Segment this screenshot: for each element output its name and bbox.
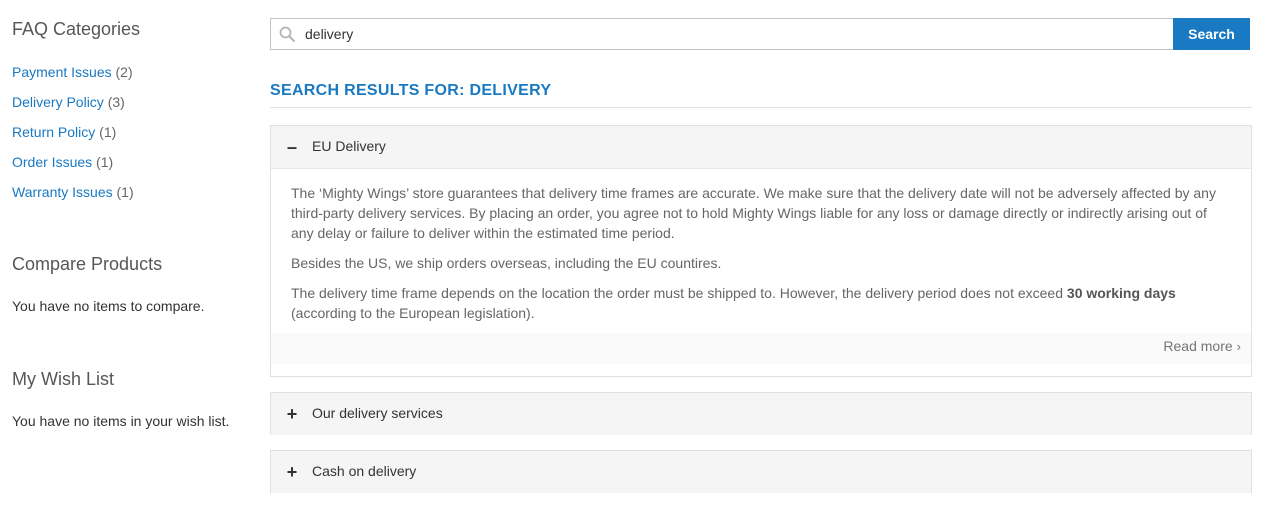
answer-paragraph: The delivery time frame depends on the l…	[291, 283, 1231, 323]
faq-item-title[interactable]: EU Delivery	[312, 138, 386, 154]
chevron-right-icon: ›	[1236, 339, 1241, 354]
category-link[interactable]: Return Policy	[12, 124, 95, 140]
category-count: (1)	[96, 154, 114, 170]
category-count: (3)	[107, 94, 125, 110]
category-count: (1)	[99, 124, 117, 140]
category-item-return-policy: Return Policy (1)	[12, 122, 134, 152]
search-button[interactable]: Search	[1173, 18, 1250, 50]
category-count: (1)	[116, 184, 134, 200]
category-link[interactable]: Order Issues	[12, 154, 92, 170]
answer-paragraph: Besides the US, we ship orders overseas,…	[291, 255, 722, 271]
faq-item-header[interactable]: – EU Delivery	[271, 126, 1251, 168]
faq-search-page: FAQ Categories Payment Issues (2) Delive…	[0, 0, 1265, 507]
answer-emphasis: 30 working days	[1066, 285, 1176, 301]
faq-item-title[interactable]: Our delivery services	[312, 405, 443, 421]
title-divider	[270, 107, 1252, 108]
answer-text: (according to the European legislation).	[291, 305, 535, 321]
category-link[interactable]: Warranty Issues	[12, 184, 113, 200]
faq-item-cash-on-delivery: + Cash on delivery	[270, 450, 1252, 493]
wishlist-empty-message: You have no items in your wish list.	[12, 413, 230, 429]
search-box	[270, 18, 1174, 50]
collapse-icon[interactable]: –	[285, 137, 299, 157]
expand-icon[interactable]: +	[285, 404, 299, 424]
category-item-delivery-policy: Delivery Policy (3)	[12, 92, 134, 122]
answer-text: The delivery time frame depends on the l…	[291, 285, 1067, 301]
category-count: (2)	[115, 64, 133, 80]
answer-paragraph: The ‘Mighty Wings’ store guarantees that…	[291, 185, 1216, 241]
category-item-warranty-issues: Warranty Issues (1)	[12, 182, 134, 212]
category-link[interactable]: Payment Issues	[12, 64, 112, 80]
faq-search-bar: Search	[270, 18, 1250, 50]
compare-empty-message: You have no items to compare.	[12, 298, 205, 314]
compare-products-title: Compare Products	[12, 254, 163, 274]
faq-item-answer: The ‘Mighty Wings’ store guarantees that…	[271, 168, 1251, 323]
category-item-payment-issues: Payment Issues (2)	[12, 62, 134, 92]
read-more-link[interactable]: Read more ›	[1163, 338, 1241, 354]
faq-item-eu-delivery: – EU Delivery The ‘Mighty Wings’ store g…	[270, 125, 1252, 377]
search-input[interactable]	[305, 19, 1165, 49]
faq-item-footer: Read more ›	[271, 333, 1251, 364]
wishlist-title: My Wish List	[12, 369, 115, 389]
search-results-title: SEARCH RESULTS FOR: DELIVERY	[270, 82, 552, 99]
faq-item-our-delivery-services: + Our delivery services	[270, 392, 1252, 435]
faq-item-header[interactable]: + Cash on delivery	[271, 451, 1251, 493]
search-icon	[279, 26, 295, 42]
faq-item-title[interactable]: Cash on delivery	[312, 463, 416, 479]
category-link[interactable]: Delivery Policy	[12, 94, 104, 110]
faq-categories-title: FAQ Categories	[12, 19, 141, 39]
faq-item-header[interactable]: + Our delivery services	[271, 393, 1251, 435]
expand-icon[interactable]: +	[285, 462, 299, 482]
faq-category-list: Payment Issues (2) Delivery Policy (3) R…	[12, 62, 134, 212]
category-item-order-issues: Order Issues (1)	[12, 152, 134, 182]
read-more-label[interactable]: Read more	[1163, 338, 1232, 354]
